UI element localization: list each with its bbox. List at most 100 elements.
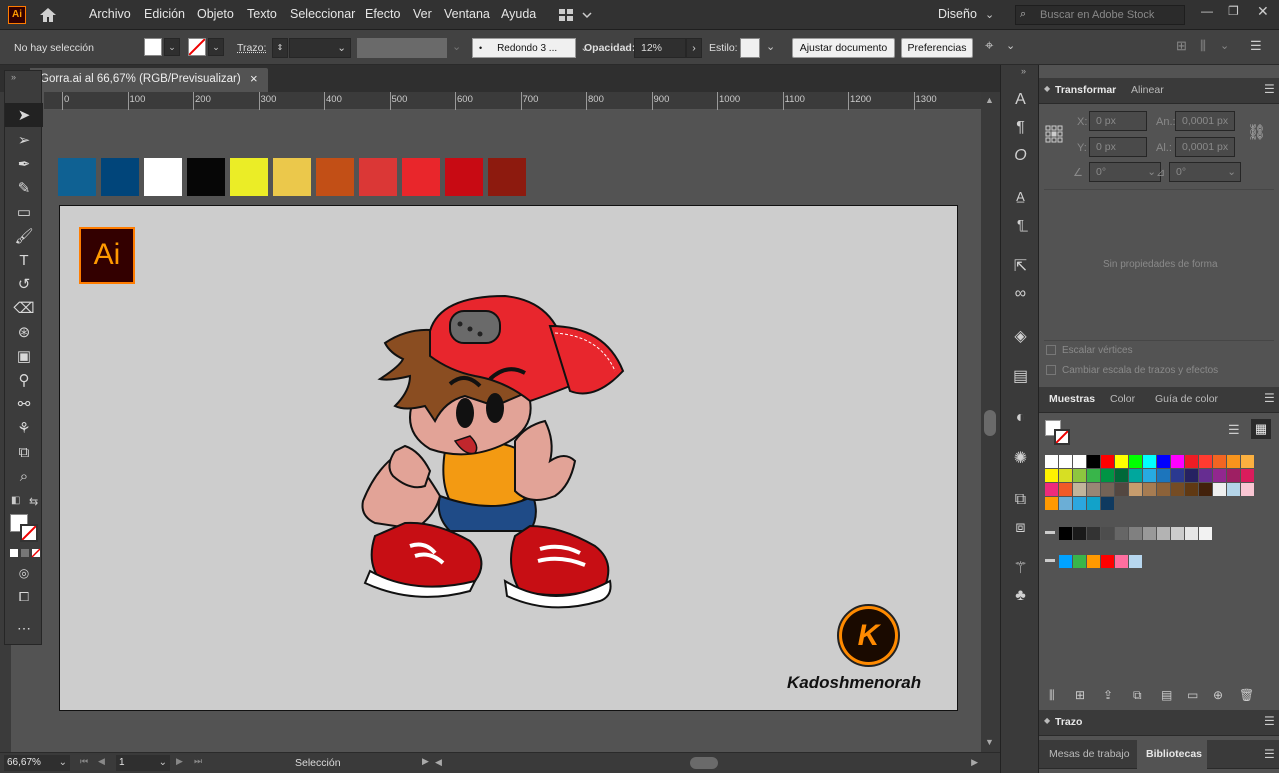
stroke-swatch[interactable] (188, 38, 206, 56)
warp-tool-icon[interactable]: ⊛ (5, 320, 43, 344)
swatch-cell[interactable] (1129, 469, 1142, 482)
swatch-cell[interactable] (1129, 483, 1142, 496)
canvas-color-swatch[interactable] (445, 158, 483, 196)
swatch-cell[interactable] (1101, 469, 1114, 482)
swatch-cell[interactable] (1059, 469, 1072, 482)
new-swatch-icon[interactable]: ⊕ (1213, 688, 1223, 702)
swatch-cell[interactable] (1199, 527, 1212, 540)
swatch-cell[interactable] (1143, 455, 1156, 468)
swatch-cell[interactable] (1213, 483, 1226, 496)
new-group-icon[interactable]: ▭ (1187, 688, 1198, 702)
artboard[interactable]: Ai K Kadoshmenorah (59, 205, 958, 711)
stroke-weight-stepper[interactable]: ⇕ (272, 38, 288, 58)
document-tab[interactable]: Gorra.ai al 66,67% (RGB/Previsualizar) × (30, 68, 268, 92)
variable-width-profile[interactable] (357, 38, 447, 58)
screen-mode-icon[interactable]: ⧠ (5, 585, 43, 609)
paragraph-panel-icon[interactable]: ¶ (1001, 115, 1040, 141)
type-tool-icon[interactable]: T (5, 248, 43, 272)
selection-tool-icon[interactable]: ➤ (5, 103, 43, 127)
swatch-cell[interactable] (1059, 483, 1072, 496)
rotate-tool-icon[interactable]: ↺ (5, 272, 43, 296)
swatch-cell[interactable] (1045, 497, 1058, 510)
scroll-left-icon[interactable]: ◀ (435, 757, 442, 768)
horizontal-scroll-thumb[interactable] (690, 757, 718, 769)
swatch-cell[interactable] (1199, 455, 1212, 468)
swatch-cell[interactable] (1073, 483, 1086, 496)
swatch-cell[interactable] (1129, 555, 1142, 568)
tab-color[interactable]: Color (1110, 393, 1135, 405)
scroll-thumb[interactable] (984, 410, 996, 436)
reference-point-icon[interactable] (1045, 125, 1063, 143)
swatch-cell[interactable] (1115, 483, 1128, 496)
swatch-cell[interactable] (1185, 455, 1198, 468)
swatch-cell[interactable] (1143, 483, 1156, 496)
maximize-icon[interactable]: ❐ (1228, 4, 1239, 18)
next-artboard-icon[interactable]: ▶ (176, 756, 183, 767)
eyedropper-tool-icon[interactable]: ⚲ (5, 368, 43, 392)
x-input[interactable]: 0 px (1089, 111, 1147, 131)
tab-color-guide[interactable]: Guía de color (1155, 393, 1218, 405)
scale-strokes-checkbox[interactable] (1046, 365, 1056, 375)
swatch-cell[interactable] (1045, 455, 1058, 468)
menu-edicion[interactable]: Edición (144, 7, 185, 21)
workspace-switcher[interactable]: Diseño (938, 7, 977, 21)
stroke-weight-input[interactable]: ⌄ (289, 38, 351, 58)
paintbrush-tool-icon[interactable]: 🖌 (5, 224, 43, 248)
chevron-down-icon[interactable]: ⌄ (985, 8, 994, 21)
link-proportions-icon[interactable]: ⛓ (1247, 123, 1266, 141)
swatch-cell[interactable] (1241, 483, 1254, 496)
chevron-down-icon[interactable]: ⌄ (452, 40, 461, 53)
swatch-cell[interactable] (1171, 455, 1184, 468)
more-tools-icon[interactable]: ⋯ (5, 616, 43, 640)
zoom-field[interactable]: 66,67% ⌄ (4, 755, 70, 771)
panel-arrow-icon[interactable]: ◆ (1044, 84, 1050, 93)
swatch-cell[interactable] (1115, 455, 1128, 468)
menu-ventana[interactable]: Ventana (444, 7, 490, 21)
swatch-cell[interactable] (1101, 555, 1114, 568)
swatch-cell[interactable] (1171, 483, 1184, 496)
canvas-color-swatch[interactable] (316, 158, 354, 196)
swatch-cell[interactable] (1227, 483, 1240, 496)
character-styles-icon[interactable]: A̲ (1001, 183, 1040, 209)
home-icon[interactable] (38, 6, 58, 24)
swatch-cell[interactable] (1059, 555, 1072, 568)
swatch-cell[interactable] (1059, 455, 1072, 468)
stock-search[interactable]: ⌕ Buscar en Adobe Stock (1015, 5, 1185, 25)
blend-tool-icon[interactable]: ⚯ (5, 392, 43, 416)
zoom-tool-icon[interactable]: ⌕ (5, 464, 43, 488)
distribute-icon[interactable]: ⫼ (1200, 38, 1206, 54)
layers-icon[interactable]: ◈ (1001, 323, 1040, 349)
swatch-cell[interactable] (1059, 497, 1072, 510)
preferences-button[interactable]: Preferencias (901, 38, 973, 58)
chevron-down-icon[interactable]: ⌄ (1006, 39, 1015, 52)
default-colors-icon[interactable]: ◧ (11, 495, 20, 506)
swatch-cell[interactable] (1073, 497, 1086, 510)
arrange-documents-icon[interactable] (558, 8, 594, 22)
swatch-cell[interactable] (1087, 527, 1100, 540)
align-icon[interactable]: ⊞ (1176, 38, 1187, 54)
status-menu-icon[interactable]: ▶ (422, 756, 429, 767)
swatch-cell[interactable] (1143, 527, 1156, 540)
canvas-color-swatch[interactable] (230, 158, 268, 196)
swatch-cell[interactable] (1115, 469, 1128, 482)
fill-dropdown[interactable]: ⌄ (164, 38, 180, 56)
pen-tool-icon[interactable]: ✒ (5, 152, 43, 176)
swatch-cell[interactable] (1101, 455, 1114, 468)
previous-artboard-icon[interactable]: ◀ (98, 756, 105, 767)
swatch-cell[interactable] (1101, 483, 1114, 496)
menu-texto[interactable]: Texto (247, 7, 277, 21)
close-tab-icon[interactable]: × (250, 71, 258, 86)
swatch-cell[interactable] (1241, 469, 1254, 482)
swatch-cell[interactable] (1157, 455, 1170, 468)
swatch-cell[interactable] (1073, 469, 1086, 482)
stroke-dropdown[interactable]: ⌄ (208, 38, 224, 56)
canvas-color-swatch[interactable] (187, 158, 225, 196)
pathfinder-icon[interactable]: ⧉ (1001, 487, 1040, 513)
swatch-cell[interactable] (1087, 497, 1100, 510)
horizontal-scrollbar[interactable]: ◀ ▶ (435, 756, 980, 770)
collapse-strip-icon[interactable]: » (1021, 66, 1026, 76)
fill-swatch[interactable] (144, 38, 162, 56)
first-artboard-icon[interactable]: ⏮ (80, 756, 88, 767)
draw-mode-icon[interactable]: ◎ (5, 561, 43, 585)
gradient-tool-icon[interactable]: ▣ (5, 344, 43, 368)
